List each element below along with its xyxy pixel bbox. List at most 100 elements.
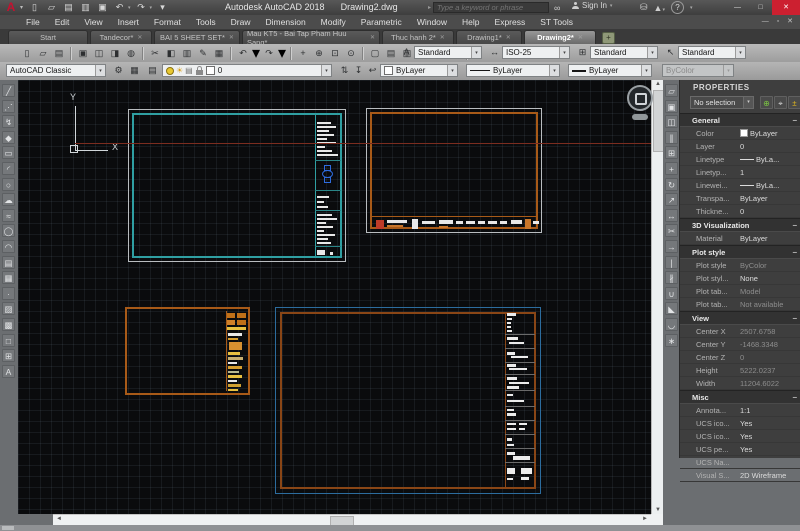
extend-icon[interactable]: →: [665, 240, 678, 253]
plot-preview-icon[interactable]: ◫: [92, 46, 106, 60]
collapse-icon[interactable]: −: [792, 248, 797, 257]
collapse-icon[interactable]: −: [792, 221, 797, 230]
frame-top-right[interactable]: [366, 108, 542, 233]
join-icon[interactable]: ∪: [665, 286, 678, 300]
menu-view[interactable]: View: [82, 17, 104, 27]
layer-lock-icon[interactable]: [195, 65, 203, 75]
select-objects-icon[interactable]: ⌖: [774, 96, 787, 109]
scroll-left-icon[interactable]: ◄: [56, 516, 62, 522]
property-row[interactable]: Thickne... 0: [680, 205, 800, 218]
mirror-icon[interactable]: ◫: [665, 115, 678, 129]
tab-close-icon[interactable]: ✕: [440, 34, 445, 41]
fillet-icon[interactable]: ◡: [665, 318, 678, 331]
search-input[interactable]: [433, 2, 550, 13]
save-icon[interactable]: ▤: [52, 46, 66, 60]
canvas-vscrollbar[interactable]: ▲ ▼: [651, 80, 664, 514]
property-row[interactable]: Width 11204.6022: [680, 377, 800, 390]
property-row[interactable]: UCS pe... Yes: [680, 443, 800, 456]
publish-icon[interactable]: ◨: [108, 46, 122, 60]
layer-plot-icon[interactable]: ▤: [185, 66, 193, 75]
section-header-plot-style[interactable]: Plot style −: [680, 245, 800, 259]
tab-drawing2-[interactable]: Drawing2* ✕: [524, 30, 596, 44]
section-header-general[interactable]: General −: [680, 113, 800, 127]
selection-caret-icon[interactable]: ▾: [743, 97, 753, 108]
properties-panel-title[interactable]: PROPERTIES: [680, 80, 800, 95]
navigation-wheel-icon[interactable]: [627, 85, 653, 120]
layer-color-swatch[interactable]: [205, 66, 215, 75]
property-row[interactable]: Visual S... 2D Wireframe: [680, 469, 800, 482]
table-icon[interactable]: ⊞: [2, 349, 15, 363]
exchange-apps-icon[interactable]: ▲▾: [654, 3, 665, 13]
drawing-canvas[interactable]: Y X: [18, 80, 653, 514]
zoom-previous-icon[interactable]: ⊙: [344, 46, 358, 60]
line-icon[interactable]: ╱: [2, 84, 15, 97]
copy-object-icon[interactable]: ▣: [665, 99, 678, 113]
selection-combo[interactable]: No selection ▾: [690, 96, 754, 109]
layer-combo[interactable]: ☀ ▤ 0 ▾: [162, 64, 332, 77]
match-properties-icon[interactable]: ✎: [196, 46, 210, 60]
open-icon[interactable]: ▱: [36, 46, 50, 60]
document-window-controls[interactable]: — ▫ ✕: [762, 17, 796, 25]
qat-new-icon[interactable]: ▯: [28, 1, 41, 14]
cut-icon[interactable]: ✂: [148, 46, 162, 60]
tab-close-icon[interactable]: ✕: [137, 34, 142, 41]
sign-in-area[interactable]: Sign In ▾: [572, 1, 612, 10]
stretch-icon[interactable]: ↔: [665, 208, 678, 222]
menu-modify[interactable]: Modify: [319, 17, 348, 27]
web-icon[interactable]: ◍: [124, 46, 138, 60]
property-row[interactable]: Height 5222.0237: [680, 364, 800, 377]
construction-line-icon[interactable]: ⋰: [2, 99, 15, 113]
qat-customize-icon[interactable]: ▾: [156, 1, 169, 14]
undo-icon[interactable]: ↶: [236, 46, 250, 60]
zoom-realtime-icon[interactable]: ⊕: [312, 46, 326, 60]
plot-icon[interactable]: ▣: [76, 46, 90, 60]
tab-start[interactable]: Start: [8, 30, 88, 44]
frame-top-left[interactable]: [128, 109, 346, 262]
menu-format[interactable]: Format: [152, 17, 183, 27]
text-style-combo-caret-icon[interactable]: ▾: [471, 47, 481, 58]
menu-st-tools[interactable]: ST Tools: [538, 17, 575, 27]
offset-icon[interactable]: ∥: [665, 130, 678, 144]
menu-insert[interactable]: Insert: [116, 17, 141, 27]
erase-icon[interactable]: ▱: [665, 84, 678, 97]
layer-states-icon[interactable]: ⇅: [338, 64, 351, 77]
rectangle-icon[interactable]: ▭: [2, 146, 15, 160]
tab-close-icon[interactable]: ✕: [229, 34, 234, 41]
explode-icon[interactable]: ∗: [665, 333, 678, 347]
property-row[interactable]: Color ByLayer: [680, 127, 800, 140]
collapse-icon[interactable]: −: [792, 393, 797, 402]
region-icon[interactable]: □: [2, 333, 15, 347]
mtext-icon[interactable]: A: [2, 364, 15, 378]
collapse-icon[interactable]: −: [792, 116, 797, 125]
paste-icon[interactable]: ▥: [180, 46, 194, 60]
break-icon[interactable]: ∦: [665, 271, 678, 285]
menu-tools[interactable]: Tools: [194, 17, 218, 27]
revision-cloud-icon[interactable]: ☁: [2, 193, 15, 207]
menu-help[interactable]: Help: [460, 17, 481, 27]
property-row[interactable]: Plot style ByColor: [680, 259, 800, 272]
section-header-view[interactable]: View −: [680, 311, 800, 325]
workspace-settings-icon[interactable]: ⚙: [112, 64, 125, 77]
property-row[interactable]: Center Z 0: [680, 351, 800, 364]
layer-on-bulb-icon[interactable]: [166, 66, 174, 75]
linetype-combo[interactable]: ByLayer ▾: [466, 64, 560, 77]
property-row[interactable]: Center X 2507.6758: [680, 325, 800, 338]
scroll-down-icon[interactable]: ▼: [652, 507, 664, 513]
section-header-3d-visualization[interactable]: 3D Visualization −: [680, 218, 800, 232]
trim-icon[interactable]: ✂: [665, 224, 678, 238]
layer-previous-icon[interactable]: ↩: [366, 64, 379, 77]
make-block-icon[interactable]: ▦: [2, 271, 15, 285]
property-row[interactable]: Layer 0: [680, 140, 800, 153]
array-icon[interactable]: ⊞: [665, 146, 678, 160]
color-combo[interactable]: ByLayer ▾: [380, 64, 458, 77]
menu-file[interactable]: File: [24, 17, 42, 27]
autocad-logo-icon[interactable]: A: [3, 1, 19, 14]
property-row[interactable]: Transpa... ByLayer: [680, 192, 800, 205]
collapse-icon[interactable]: −: [792, 314, 797, 323]
tab-close-icon[interactable]: ✕: [506, 34, 511, 41]
property-row[interactable]: UCS Na...: [680, 456, 800, 469]
dim-style-combo-caret-icon[interactable]: ▾: [559, 47, 569, 58]
menu-draw[interactable]: Draw: [229, 17, 253, 27]
gradient-icon[interactable]: ▩: [2, 318, 15, 331]
property-row[interactable]: Center Y -1468.3348: [680, 338, 800, 351]
